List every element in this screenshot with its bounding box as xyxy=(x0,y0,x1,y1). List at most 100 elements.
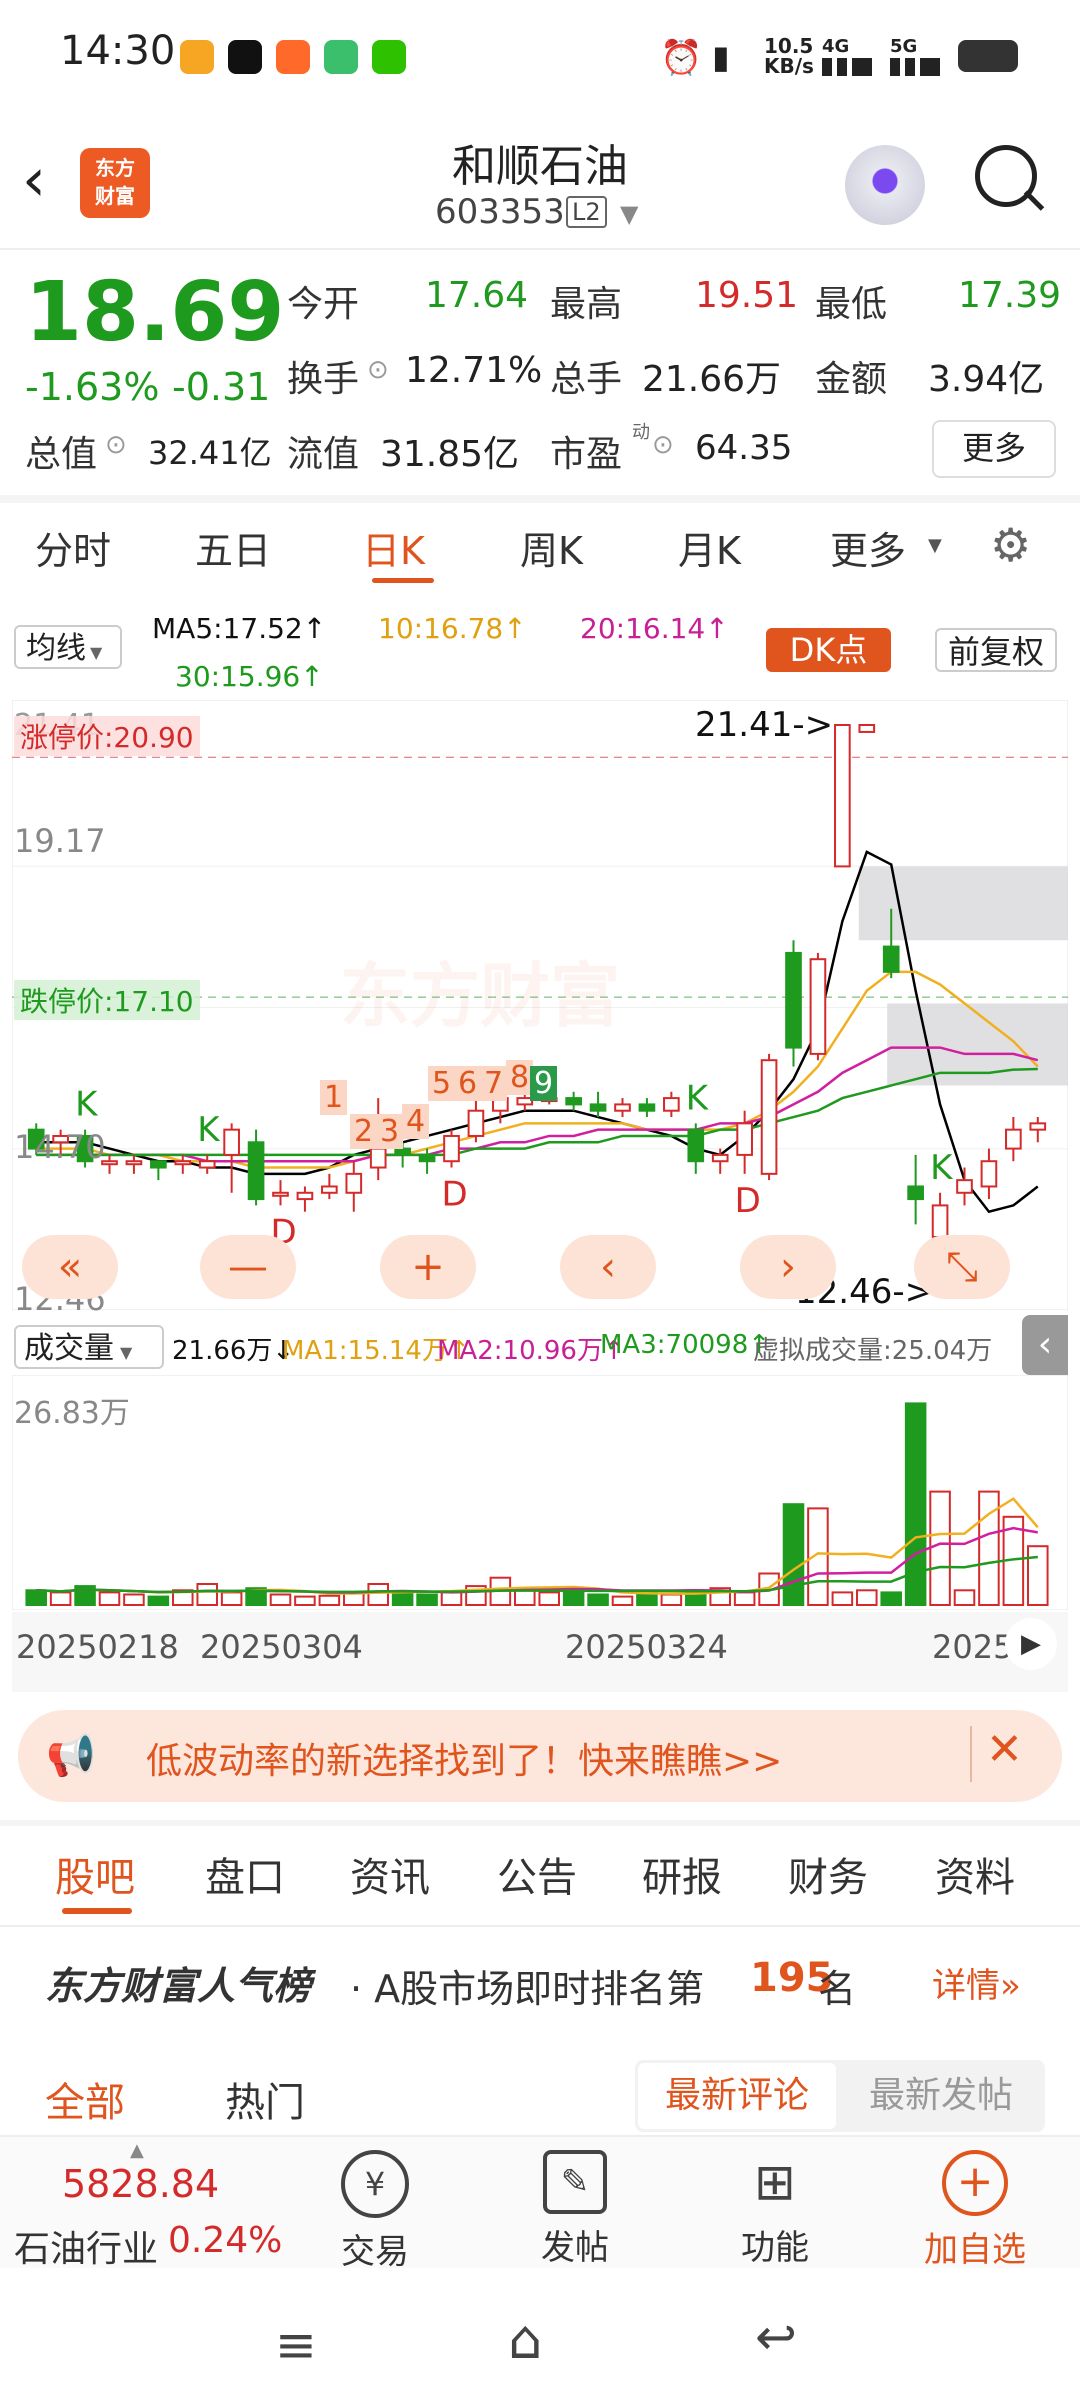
volume-bar xyxy=(587,1593,609,1606)
tab-monthly-k[interactable]: 月K xyxy=(678,520,741,575)
close-icon[interactable]: ✕ xyxy=(986,1724,1023,1775)
ranking-detail-link[interactable]: 详情» xyxy=(932,1958,1021,2007)
volume-bar xyxy=(294,1595,316,1607)
pe-superscript: 动 xyxy=(632,422,650,443)
volume-bar xyxy=(856,1589,878,1607)
alarm-icon: ⏰ xyxy=(660,38,703,78)
tab-research[interactable]: 研报 xyxy=(642,1845,722,1903)
zoom-in-button[interactable]: + xyxy=(380,1235,476,1299)
scroll-right-button[interactable]: › xyxy=(740,1235,836,1299)
ma5-value: MA5:17.52↑ xyxy=(152,612,327,645)
pe-value: 64.35 xyxy=(695,428,793,468)
trade-button[interactable]: ¥ 交易 xyxy=(315,2150,435,2273)
tab-guba[interactable]: 股吧 xyxy=(55,1845,135,1903)
dk-point-button[interactable]: DK点 xyxy=(766,628,891,672)
industry-name[interactable]: 石油行业 xyxy=(14,2220,158,2272)
adjust-select[interactable]: 前复权 xyxy=(935,628,1057,672)
current-price: 18.69 xyxy=(25,265,285,360)
candle-body xyxy=(809,958,827,1055)
tab-news[interactable]: 资讯 xyxy=(350,1845,430,1903)
volume-bar xyxy=(367,1583,389,1606)
tab-timeshare[interactable]: 分时 xyxy=(35,520,111,575)
back-nav-icon[interactable]: ↩ xyxy=(755,2308,797,2366)
play-icon[interactable]: ▶ xyxy=(1005,1618,1057,1670)
candle-body xyxy=(956,1179,973,1194)
volume-bar xyxy=(25,1589,47,1607)
volume-select[interactable]: 成交量 ▼ xyxy=(14,1325,164,1369)
function-button[interactable]: ⊞ 功能 xyxy=(715,2150,835,2269)
candle-body xyxy=(834,724,851,868)
zoom-out-button[interactable]: — xyxy=(200,1235,296,1299)
fullscreen-button[interactable]: ⤡ xyxy=(914,1235,1010,1299)
level2-badge[interactable]: L2 xyxy=(566,196,607,228)
robot-assistant-icon[interactable] xyxy=(845,145,925,225)
ma-select[interactable]: 均线 ▼ xyxy=(14,625,122,669)
collapse-panel-icon[interactable]: ‹ xyxy=(1022,1315,1068,1375)
tab-daily-k[interactable]: 日K xyxy=(362,520,425,575)
promo-banner[interactable]: 📢 低波动率的新选择找到了！快来瞧瞧>> ✕ xyxy=(18,1710,1062,1802)
tab-weekly-k[interactable]: 周K xyxy=(520,520,583,575)
volume-bar xyxy=(269,1593,292,1606)
stock-code: 603353 xyxy=(435,192,565,232)
filter-all[interactable]: 全部 xyxy=(45,2070,125,2128)
seq-marker: 1 xyxy=(320,1080,348,1115)
banner-text: 低波动率的新选择找到了！快来瞧瞧>> xyxy=(146,1741,783,1782)
volume-bar xyxy=(831,1591,854,1606)
tab-announcement[interactable]: 公告 xyxy=(497,1845,577,1903)
seq-marker: 2 xyxy=(350,1114,378,1149)
candle-body xyxy=(785,951,802,1049)
add-watchlist-button[interactable]: + 加自选 xyxy=(915,2150,1035,2271)
info-icon[interactable]: ⊙ xyxy=(652,430,674,460)
tab-profile[interactable]: 资料 xyxy=(935,1845,1015,1903)
menu-icon[interactable]: ≡ xyxy=(275,2316,317,2374)
home-icon[interactable]: ⌂ xyxy=(508,2308,542,2371)
y-axis-mid: 19.17 xyxy=(14,822,106,860)
signal-marker: K xyxy=(686,1078,710,1118)
date-label: 20250324 xyxy=(565,1628,728,1666)
sort-latest-comment[interactable]: 最新评论 xyxy=(638,2063,836,2129)
limit-up-label: 涨停价:20.90 xyxy=(14,716,200,756)
float-label: 流值 xyxy=(287,434,360,475)
candle-body xyxy=(223,1128,240,1156)
info-icon[interactable]: ⊙ xyxy=(367,355,389,385)
sort-latest-post[interactable]: 最新发帖 xyxy=(842,2063,1040,2129)
tab-pankou[interactable]: 盘口 xyxy=(205,1845,285,1903)
info-icon[interactable]: ⊙ xyxy=(105,430,127,460)
signal-5g: 5G xyxy=(890,36,918,57)
filter-hot[interactable]: 热门 xyxy=(225,2070,305,2128)
volume-value: 21.66万↓ xyxy=(172,1336,295,1366)
high-label: 最高 xyxy=(550,284,623,325)
divider xyxy=(0,495,1080,503)
mktcap-label: 总值 xyxy=(25,434,98,475)
volume-bar xyxy=(220,1591,243,1606)
tiktok-icon xyxy=(228,40,262,74)
zoom-out-far-button[interactable]: « xyxy=(22,1235,118,1299)
volume-label: 总手 xyxy=(550,359,623,400)
volume-bar xyxy=(318,1594,341,1606)
chevron-down-icon: ▼ xyxy=(120,1343,133,1362)
more-button[interactable]: 更多 xyxy=(932,420,1056,478)
chevron-down-icon[interactable]: ▼ xyxy=(620,200,638,228)
candle-body xyxy=(980,1160,998,1188)
chevron-up-icon[interactable]: ▲ xyxy=(130,2140,144,2161)
industry-index[interactable]: 5828.84 xyxy=(62,2162,219,2206)
vol-ma3: MA3:70098↑ xyxy=(600,1330,771,1360)
amount-value: 3.94亿 xyxy=(928,359,1045,400)
volume-value: 21.66万 xyxy=(642,359,782,400)
tab-more[interactable]: 更多 xyxy=(830,520,906,575)
gear-icon[interactable]: ⚙ xyxy=(990,518,1031,572)
signal-4g: 4G xyxy=(822,36,850,57)
volume-bar xyxy=(391,1591,414,1606)
scroll-left-button[interactable]: ‹ xyxy=(560,1235,656,1299)
candle-body xyxy=(565,1097,582,1106)
post-button[interactable]: ✎ 发帖 xyxy=(515,2150,635,2269)
max-callout: 21.41-> xyxy=(695,705,834,745)
open-label: 今开 xyxy=(287,284,360,325)
tab-five-day[interactable]: 五日 xyxy=(195,520,271,575)
signal-bars-icon-2 xyxy=(890,58,940,76)
tab-finance[interactable]: 财务 xyxy=(788,1845,868,1903)
candle-body xyxy=(687,1128,705,1163)
candle-body xyxy=(882,945,900,973)
volume-chart[interactable] xyxy=(11,1374,1069,1611)
divider xyxy=(0,248,1080,250)
